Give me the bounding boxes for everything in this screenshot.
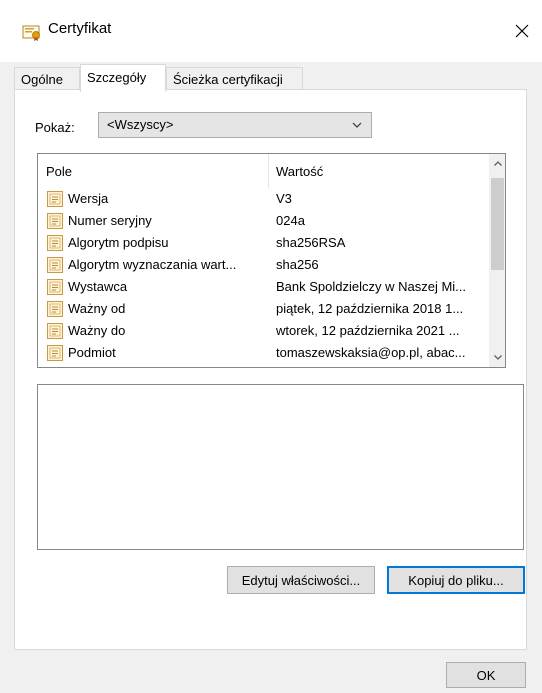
column-divider[interactable]: [268, 154, 269, 188]
field-icon: [46, 234, 64, 252]
field-value: piątek, 12 października 2018 1...: [276, 301, 464, 316]
tab-label: Ścieżka certyfikacji: [173, 72, 283, 87]
field-value: wtorek, 12 października 2021 ...: [276, 323, 460, 338]
field-value: sha256RSA: [276, 235, 346, 250]
field-name: Algorytm podpisu: [68, 235, 169, 250]
tab-certification-path[interactable]: Ścieżka certyfikacji: [166, 67, 303, 91]
field-icon: [46, 344, 64, 362]
fields-list[interactable]: Pole Wartość Wersja V3 Numer seryjny 024…: [37, 153, 506, 368]
close-button[interactable]: [502, 14, 542, 48]
scroll-thumb[interactable]: [491, 178, 504, 270]
field-name: Algorytm wyznaczania wart...: [68, 257, 237, 272]
certificate-icon: [22, 22, 42, 42]
field-value: tomaszewskaksia@op.pl, abac...: [276, 345, 466, 360]
ok-button[interactable]: OK: [446, 662, 526, 688]
list-item[interactable]: Podmiot tomaszewskaksia@op.pl, abac...: [38, 342, 489, 364]
copy-to-file-button[interactable]: Kopiuj do pliku...: [387, 566, 525, 594]
list-item[interactable]: Numer seryjny 024a: [38, 210, 489, 232]
field-value: Bank Spoldzielczy w Naszej Mi...: [276, 279, 467, 294]
list-item[interactable]: Algorytm podpisu sha256RSA: [38, 232, 489, 254]
list-item[interactable]: Wystawca Bank Spoldzielczy w Naszej Mi..…: [38, 276, 489, 298]
show-label: Pokaż:: [35, 120, 75, 135]
window-title: Certyfikat: [48, 20, 112, 37]
list-scrollbar[interactable]: [489, 154, 505, 367]
value-detail-box[interactable]: [37, 384, 524, 550]
chevron-up-icon: [493, 161, 502, 166]
list-header: Pole Wartość: [38, 154, 489, 188]
field-name: Podmiot: [68, 345, 116, 360]
field-icon: [46, 322, 64, 340]
field-icon: [46, 278, 64, 296]
show-select-value: <Wszyscy>: [107, 117, 174, 132]
scroll-up-button[interactable]: [489, 154, 505, 174]
edit-properties-button[interactable]: Edytuj właściwości...: [227, 566, 375, 594]
show-select[interactable]: <Wszyscy>: [98, 112, 372, 138]
field-name: Numer seryjny: [68, 213, 152, 228]
close-icon: [515, 24, 529, 38]
list-item[interactable]: Ważny do wtorek, 12 października 2021 ..…: [38, 320, 489, 342]
field-icon: [46, 190, 64, 208]
column-header-value[interactable]: Wartość: [276, 164, 323, 179]
field-icon: [46, 212, 64, 230]
field-name: Ważny do: [68, 323, 126, 338]
chevron-down-icon: [493, 355, 502, 360]
field-value: V3: [276, 191, 292, 206]
details-panel: Pokaż: <Wszyscy> Pole Wartość Wersja V3 …: [14, 89, 527, 650]
tab-details[interactable]: Szczegóły: [80, 64, 166, 92]
field-name: Wersja: [68, 191, 109, 206]
list-item[interactable]: Algorytm wyznaczania wart... sha256: [38, 254, 489, 276]
button-label: Edytuj właściwości...: [241, 572, 361, 588]
field-name: Ważny od: [68, 301, 126, 316]
tab-label: Ogólne: [21, 72, 63, 87]
field-value: 024a: [276, 213, 305, 228]
button-label: OK: [476, 667, 496, 683]
button-label: Kopiuj do pliku...: [408, 572, 504, 588]
tab-general[interactable]: Ogólne: [14, 67, 80, 91]
tab-label: Szczegóły: [87, 70, 147, 85]
field-name: Wystawca: [68, 279, 128, 294]
scroll-down-button[interactable]: [489, 347, 505, 367]
chevron-down-icon: [352, 122, 362, 128]
field-icon: [46, 300, 64, 318]
list-item[interactable]: Ważny od piątek, 12 października 2018 1.…: [38, 298, 489, 320]
list-item[interactable]: Wersja V3: [38, 188, 489, 210]
field-value: sha256: [276, 257, 319, 272]
column-header-field[interactable]: Pole: [46, 164, 72, 179]
field-icon: [46, 256, 64, 274]
title-bar: Certyfikat: [0, 0, 542, 62]
